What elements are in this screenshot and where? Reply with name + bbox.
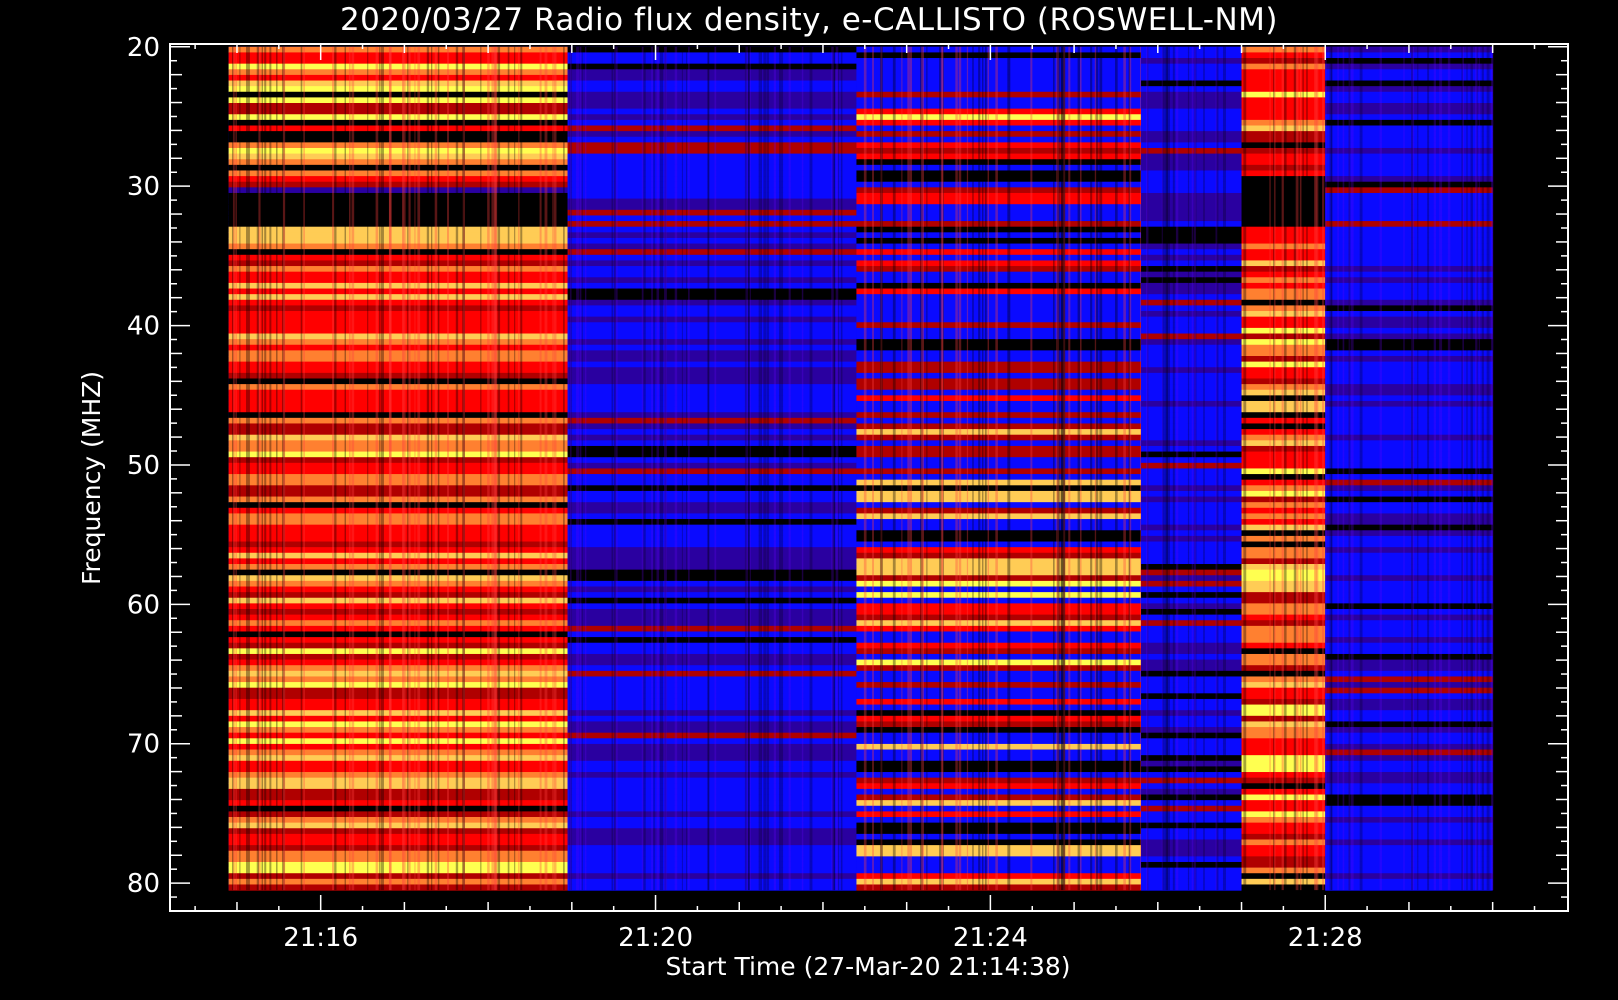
heatmap-segment-2 <box>856 46 1142 891</box>
x-tick-label: 21:20 <box>618 923 693 953</box>
x-tick-label: 21:24 <box>953 923 1028 953</box>
x-tick-label: 21:16 <box>283 923 358 953</box>
heatmap-segment-3 <box>1141 46 1242 891</box>
y-tick-labels: 20 30 40 50 60 70 80 <box>127 33 160 899</box>
x-tick-label: 21:28 <box>1288 923 1363 953</box>
y-tick-label: 50 <box>127 451 160 481</box>
y-axis-label: Frequency (MHZ) <box>77 371 106 585</box>
y-tick-label: 60 <box>127 590 160 620</box>
heatmap-image <box>228 46 1494 891</box>
heatmap-segment-1 <box>567 46 857 891</box>
heatmap-segment-0 <box>228 46 568 891</box>
y-tick-label: 20 <box>127 33 160 63</box>
chart-title: 2020/03/27 Radio flux density, e-CALLIST… <box>340 2 1278 38</box>
x-axis-label: Start Time (27-Mar-20 21:14:38) <box>665 952 1070 981</box>
heatmap-segment-5 <box>1325 46 1494 891</box>
y-tick-label: 40 <box>127 312 160 342</box>
y-tick-label: 70 <box>127 730 160 760</box>
heatmap-segment-4 <box>1241 46 1326 891</box>
x-tick-labels: 21:16 21:20 21:24 21:28 <box>283 923 1362 953</box>
y-tick-label: 30 <box>127 172 160 202</box>
y-tick-label: 80 <box>127 869 160 899</box>
spectrogram-chart: 2020/03/27 Radio flux density, e-CALLIST… <box>77 2 1569 981</box>
